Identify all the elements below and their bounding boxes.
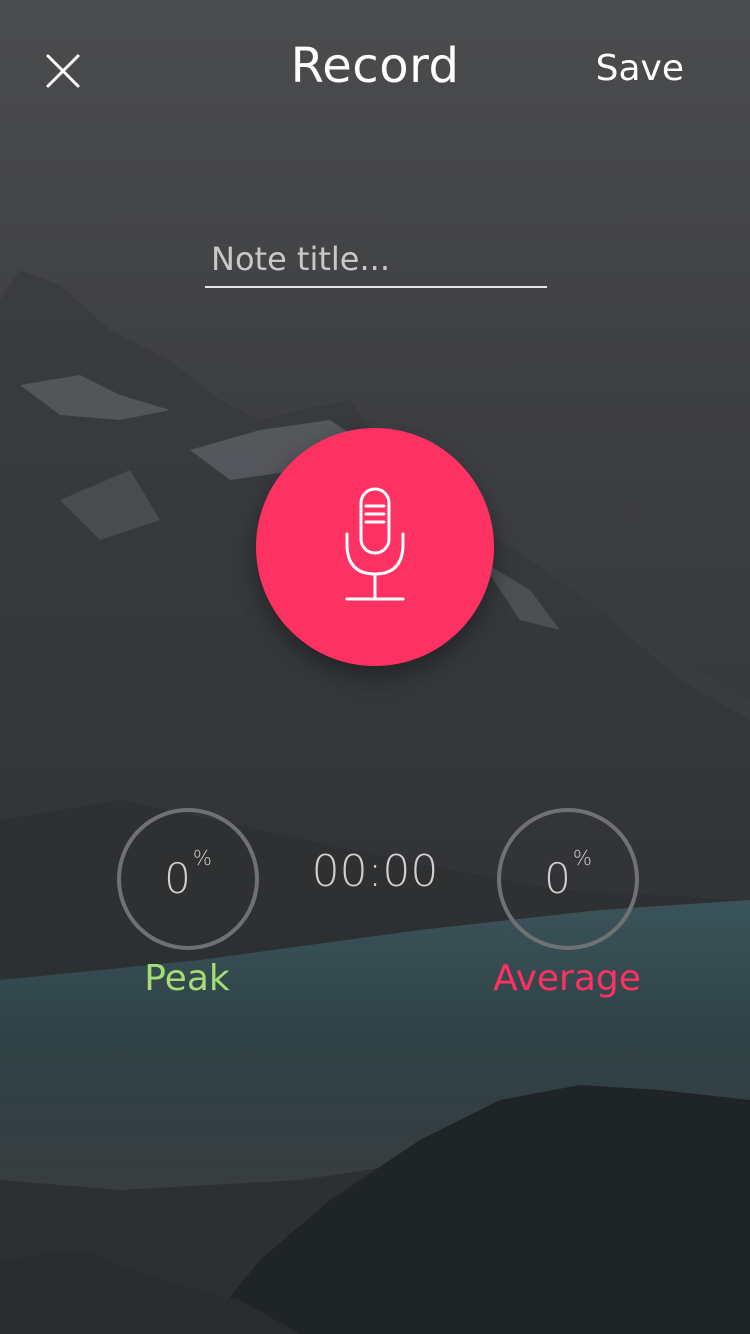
average-label: Average xyxy=(493,958,641,999)
note-title-input[interactable] xyxy=(205,232,547,288)
average-value-number: 0 xyxy=(544,854,571,903)
save-button[interactable]: Save xyxy=(596,48,684,89)
page-title: Record xyxy=(290,38,460,94)
peak-value-unit: % xyxy=(192,846,212,870)
record-screen: Record Save 0% Peak 00:00 0% xyxy=(0,0,750,1334)
mountain-lake-background xyxy=(0,270,750,1334)
peak-value-number: 0 xyxy=(164,854,191,903)
peak-meter: 0% xyxy=(117,808,259,950)
peak-value: 0% xyxy=(121,846,255,903)
close-button[interactable] xyxy=(40,48,86,94)
peak-label: Peak xyxy=(144,958,230,999)
average-value-unit: % xyxy=(572,846,592,870)
close-icon xyxy=(46,54,80,88)
record-button[interactable] xyxy=(256,428,494,666)
average-value: 0% xyxy=(501,846,635,903)
microphone-icon xyxy=(340,486,410,606)
average-meter: 0% xyxy=(497,808,639,950)
recording-timer: 00:00 xyxy=(311,846,439,897)
